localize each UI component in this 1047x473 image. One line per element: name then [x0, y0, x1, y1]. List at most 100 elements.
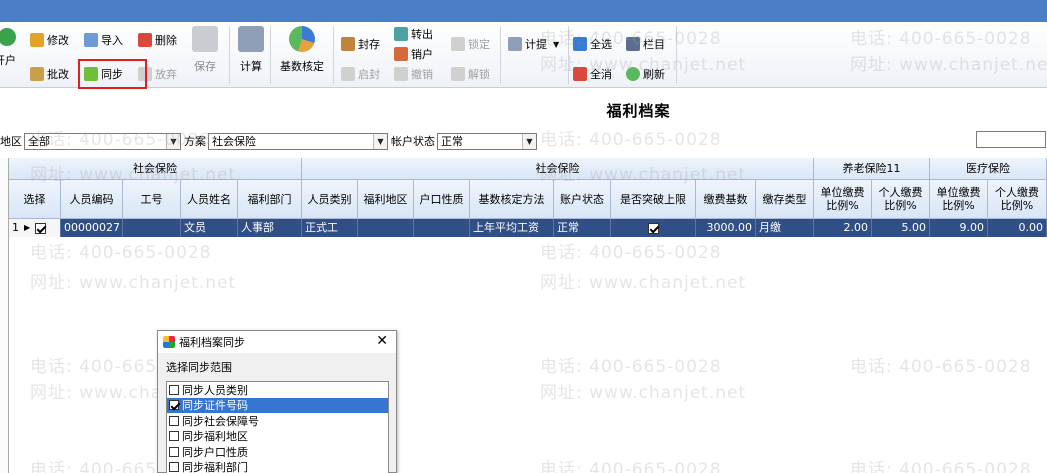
cell-pension-personal: 5.00 — [872, 219, 930, 237]
col-code[interactable]: 人员编码 — [61, 180, 123, 219]
checkbox[interactable] — [169, 462, 179, 473]
col-select[interactable]: 选择 — [9, 180, 61, 219]
dialog-titlebar: 福利档案同步 ✕ — [158, 331, 396, 353]
checkbox[interactable] — [169, 384, 179, 395]
accrue-button[interactable]: 计提 ▼ — [508, 34, 559, 54]
col-region[interactable]: 福利地区 — [358, 180, 414, 219]
cell-over-limit — [611, 219, 696, 237]
unseal-icon — [341, 67, 355, 81]
list-item[interactable]: 同步户口性质 — [167, 444, 388, 460]
list-item[interactable]: 同步证件号码 — [167, 397, 388, 413]
col-deposit-type[interactable]: 缴存类型 — [756, 180, 814, 219]
col-name[interactable]: 人员姓名 — [181, 180, 238, 219]
cell-region — [358, 219, 414, 237]
col-pension-personal[interactable]: 个人缴费比例% — [872, 180, 930, 219]
chevron-down-icon: ▼ — [373, 133, 387, 149]
checkbox[interactable] — [169, 400, 179, 411]
seal-icon — [341, 37, 355, 51]
watermark-phone: 电话: 400-665-0028 — [540, 243, 722, 263]
lock-button[interactable]: 锁定 — [451, 34, 490, 54]
cell-code: 00000027 — [61, 219, 123, 237]
list-item[interactable]: 同步福利部门 — [167, 460, 388, 473]
undo-icon — [394, 67, 408, 81]
transfer-out-button[interactable]: 转出 — [394, 24, 433, 44]
row-checkbox[interactable] — [35, 222, 47, 234]
select-all-icon — [573, 37, 587, 51]
list-item[interactable]: 同步福利地区 — [167, 429, 388, 445]
col-category[interactable]: 人员类别 — [302, 180, 358, 219]
cell-base-method: 上年平均工资 — [470, 219, 554, 237]
user-remove-icon — [394, 47, 408, 61]
col-medical-personal[interactable]: 个人缴费比例% — [988, 180, 1047, 219]
chevron-down-icon: ▼ — [166, 133, 180, 149]
col-base[interactable]: 缴费基数 — [696, 180, 756, 219]
list-item[interactable]: 同步社会保障号 — [167, 413, 388, 429]
col-over-limit[interactable]: 是否突破上限 — [611, 180, 696, 219]
deselect-all-icon — [573, 67, 587, 81]
close-icon[interactable]: ✕ — [376, 333, 388, 349]
deselect-all-button[interactable]: 全消 — [573, 64, 612, 84]
sync-highlight-box — [78, 59, 147, 89]
undo-cancel-button[interactable]: 撤销 — [394, 64, 433, 84]
select-all-button[interactable]: 全选 — [573, 34, 612, 54]
save-button[interactable]: 保存 — [192, 26, 218, 74]
delete-button[interactable]: 删除 — [138, 30, 177, 50]
toolbar-separator — [333, 26, 334, 84]
account-status-select[interactable]: 正常 ▼ — [437, 132, 537, 150]
columns-button[interactable]: 栏目 — [626, 34, 665, 54]
chevron-down-icon: ▼ — [522, 133, 536, 149]
over-limit-checkbox[interactable] — [647, 222, 659, 234]
watermark-site: 网址: www.chanjet.net — [540, 273, 747, 293]
unseal-button[interactable]: 启封 — [341, 64, 380, 84]
edit-button[interactable]: 修改 — [30, 30, 69, 50]
toolbar: 开户 修改 导入 删除 批改 同步 放弃 保存 计算 基数核定 封存 — [0, 22, 1047, 88]
col-status[interactable]: 账户状态 — [554, 180, 611, 219]
delete-icon — [138, 33, 152, 47]
col-hukou[interactable]: 户口性质 — [414, 180, 470, 219]
search-input[interactable] — [976, 131, 1046, 148]
page-title: 福利档案 — [606, 102, 671, 120]
plan-label: 方案 — [184, 135, 206, 148]
add-account-icon — [0, 28, 16, 46]
grid-column-header: 选择 人员编码 工号 人员姓名 福利部门 人员类别 福利地区 户口性质 基数核定… — [9, 180, 1047, 219]
group-header-pension: 养老保险11 — [814, 158, 930, 180]
cell-deposit-type: 月缴 — [756, 219, 814, 237]
left-panel-strip — [0, 158, 9, 473]
columns-icon — [626, 37, 640, 51]
row-pointer-icon: ▶ — [24, 223, 31, 232]
import-icon — [84, 33, 98, 47]
unlock-button[interactable]: 解锁 — [451, 64, 490, 84]
col-job-no[interactable]: 工号 — [123, 180, 181, 219]
toolbar-separator — [270, 26, 271, 84]
transfer-icon — [394, 27, 408, 41]
sync-scope-list: 同步人员类别 同步证件号码 同步社会保障号 同步福利地区 同步户口性质 同步福利… — [166, 381, 389, 473]
toolbar-separator — [568, 26, 569, 84]
window-titlebar — [0, 0, 1047, 22]
list-item[interactable]: 同步人员类别 — [167, 382, 388, 398]
col-medical-unit[interactable]: 单位缴费比例% — [930, 180, 988, 219]
table-row[interactable]: 1 ▶ 00000027 文员 人事部 正式工 上年平均工资 正常 3000.0… — [9, 219, 1047, 237]
col-dept[interactable]: 福利部门 — [238, 180, 302, 219]
region-label: 地区 — [0, 135, 22, 148]
plan-select[interactable]: 社会保险 ▼ — [208, 132, 388, 150]
cancel-account-button[interactable]: 销户 — [394, 44, 433, 64]
checkbox[interactable] — [169, 415, 179, 426]
add-account-button[interactable]: 开户 — [0, 28, 16, 68]
sync-dialog: 福利档案同步 ✕ 选择同步范围 同步人员类别 同步证件号码 同步社会保障号 同步… — [157, 330, 397, 473]
checkbox[interactable] — [169, 446, 179, 457]
col-pension-unit[interactable]: 单位缴费比例% — [814, 180, 872, 219]
batch-edit-button[interactable]: 批改 — [30, 64, 69, 84]
calculate-button[interactable]: 计算 — [238, 26, 264, 74]
row-selector[interactable]: 1 ▶ — [9, 219, 61, 237]
grid-group-header: 社会保险 社会保险 养老保险11 医疗保险 — [9, 158, 1047, 180]
refresh-button[interactable]: 刷新 — [626, 64, 665, 84]
base-verify-button[interactable]: 基数核定 — [280, 26, 324, 74]
watermark-phone: 电话: 400-665-0028 — [850, 460, 1032, 473]
col-base-method[interactable]: 基数核定方法 — [470, 180, 554, 219]
region-select[interactable]: 全部 ▼ — [24, 132, 181, 150]
seal-button[interactable]: 封存 — [341, 34, 380, 54]
group-header-social1: 社会保险 — [9, 158, 302, 180]
cell-dept: 人事部 — [238, 219, 302, 237]
checkbox[interactable] — [169, 431, 179, 442]
import-button[interactable]: 导入 — [84, 30, 123, 50]
